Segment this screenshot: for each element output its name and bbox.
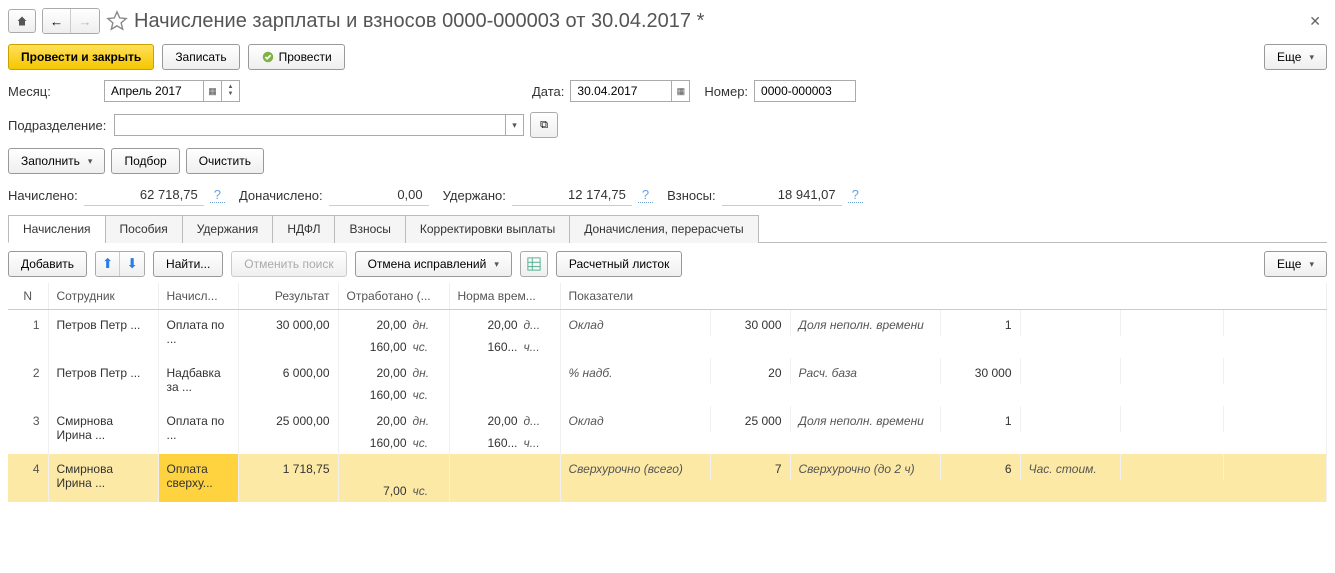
pick-button[interactable]: Подбор [111, 148, 179, 174]
accrual-cell[interactable]: Оплата по ... [158, 406, 238, 454]
result-cell[interactable]: 25 000,00 [238, 406, 338, 454]
add-row-button[interactable]: Добавить [8, 251, 87, 277]
tab-ndfl[interactable]: НДФЛ [272, 215, 335, 243]
home-button[interactable] [8, 9, 36, 33]
calendar-icon[interactable]: ▦ [203, 81, 221, 101]
open-subdivision-button[interactable]: ⧉ [530, 112, 558, 138]
grid-icon [527, 257, 541, 271]
col-worked[interactable]: Отработано (... [338, 283, 449, 310]
forward-button[interactable]: → [71, 9, 99, 33]
accruals-table: N Сотрудник Начисл... Результат Отработа… [8, 283, 1327, 502]
move-group: ⬆ ⬇ [95, 251, 145, 277]
submit-icon [261, 50, 275, 64]
month-field[interactable]: ▦ ▲▼ [104, 80, 240, 102]
tab-contributions[interactable]: Взносы [334, 215, 405, 243]
month-label: Месяц: [8, 84, 98, 99]
contrib-value: 18 941,07 [722, 184, 842, 206]
employee-cell[interactable]: Петров Петр ... [48, 358, 158, 406]
external-icon: ⧉ [540, 119, 548, 132]
submit-close-button[interactable]: Провести и закрыть [8, 44, 154, 70]
subdivision-label: Подразделение: [8, 118, 108, 133]
accrual-cell[interactable]: Оплата по ... [158, 310, 238, 359]
extra-value: 0,00 [329, 184, 429, 206]
table-row[interactable]: 1Петров Петр ...Оплата по ...30 000,0020… [8, 310, 1327, 337]
tab-corrections[interactable]: Корректировки выплаты [405, 215, 570, 243]
employee-cell[interactable]: Смирнова Ирина ... [48, 454, 158, 502]
number-label: Номер: [704, 84, 748, 99]
withheld-label: Удержано: [443, 188, 506, 203]
favorite-star-icon[interactable] [106, 10, 128, 32]
payslip-button[interactable]: Расчетный листок [556, 251, 682, 277]
tab-more-button[interactable]: Еще [1264, 251, 1327, 277]
col-n[interactable]: N [8, 283, 48, 310]
chevron-down-icon[interactable]: ▾ [505, 115, 523, 135]
calendar-icon[interactable]: ▦ [671, 81, 689, 101]
fill-button[interactable]: Заполнить [8, 148, 105, 174]
help-icon[interactable]: ? [638, 187, 653, 203]
tab-accruals[interactable]: Начисления [8, 215, 106, 243]
cancel-fix-button[interactable]: Отмена исправлений [355, 251, 512, 277]
tab-recalc[interactable]: Доначисления, перерасчеты [569, 215, 758, 243]
move-down-button[interactable]: ⬇ [120, 252, 144, 276]
tab-benefits[interactable]: Пособия [105, 215, 183, 243]
help-icon[interactable]: ? [848, 187, 863, 203]
clear-button[interactable]: Очистить [186, 148, 264, 174]
arrow-down-icon: ⬇ [126, 256, 137, 272]
withheld-value: 12 174,75 [512, 184, 632, 206]
help-icon[interactable]: ? [210, 187, 225, 203]
cancel-search-button[interactable]: Отменить поиск [231, 251, 346, 277]
tabs: Начисления Пособия Удержания НДФЛ Взносы… [8, 214, 1327, 243]
accrual-cell[interactable]: Оплата сверху... [158, 454, 238, 502]
employee-cell[interactable]: Петров Петр ... [48, 310, 158, 359]
arrow-left-icon: ← [50, 14, 63, 29]
employee-cell[interactable]: Смирнова Ирина ... [48, 406, 158, 454]
result-cell[interactable]: 30 000,00 [238, 310, 338, 359]
submit-button[interactable]: Провести [248, 44, 345, 70]
accrued-label: Начислено: [8, 188, 78, 203]
arrow-up-icon: ⬆ [102, 256, 113, 272]
save-button[interactable]: Записать [162, 44, 239, 70]
month-stepper[interactable]: ▲▼ [221, 81, 239, 101]
contrib-label: Взносы: [667, 188, 716, 203]
col-norm[interactable]: Норма врем... [449, 283, 560, 310]
col-result[interactable]: Результат [238, 283, 338, 310]
extra-label: Доначислено: [239, 188, 323, 203]
accrued-value: 62 718,75 [84, 184, 204, 206]
home-icon [16, 15, 28, 27]
tab-deductions[interactable]: Удержания [182, 215, 274, 243]
find-button[interactable]: Найти... [153, 251, 223, 277]
table-row[interactable]: 2Петров Петр ...Надбавка за ...6 000,002… [8, 358, 1327, 384]
col-employee[interactable]: Сотрудник [48, 283, 158, 310]
move-up-button[interactable]: ⬆ [96, 252, 120, 276]
table-row[interactable]: 3Смирнова Ирина ...Оплата по ...25 000,0… [8, 406, 1327, 432]
date-label: Дата: [532, 84, 564, 99]
close-button[interactable]: ✕ [1303, 13, 1327, 30]
number-field[interactable] [754, 80, 856, 102]
grid-settings-button[interactable] [520, 251, 548, 277]
accrual-cell[interactable]: Надбавка за ... [158, 358, 238, 406]
window-title: Начисление зарплаты и взносов 0000-00000… [134, 10, 704, 33]
nav-history: ← → [42, 8, 100, 34]
arrow-right-icon: → [78, 14, 91, 29]
table-row[interactable]: 4Смирнова Ирина ...Оплата сверху...1 718… [8, 454, 1327, 480]
result-cell[interactable]: 6 000,00 [238, 358, 338, 406]
col-accrual[interactable]: Начисл... [158, 283, 238, 310]
date-field[interactable]: ▦ [570, 80, 690, 102]
more-menu-button[interactable]: Еще [1264, 44, 1327, 70]
back-button[interactable]: ← [43, 9, 71, 33]
result-cell[interactable]: 1 718,75 [238, 454, 338, 502]
subdivision-field[interactable]: ▾ [114, 114, 524, 136]
col-indicators[interactable]: Показатели [560, 283, 1327, 310]
